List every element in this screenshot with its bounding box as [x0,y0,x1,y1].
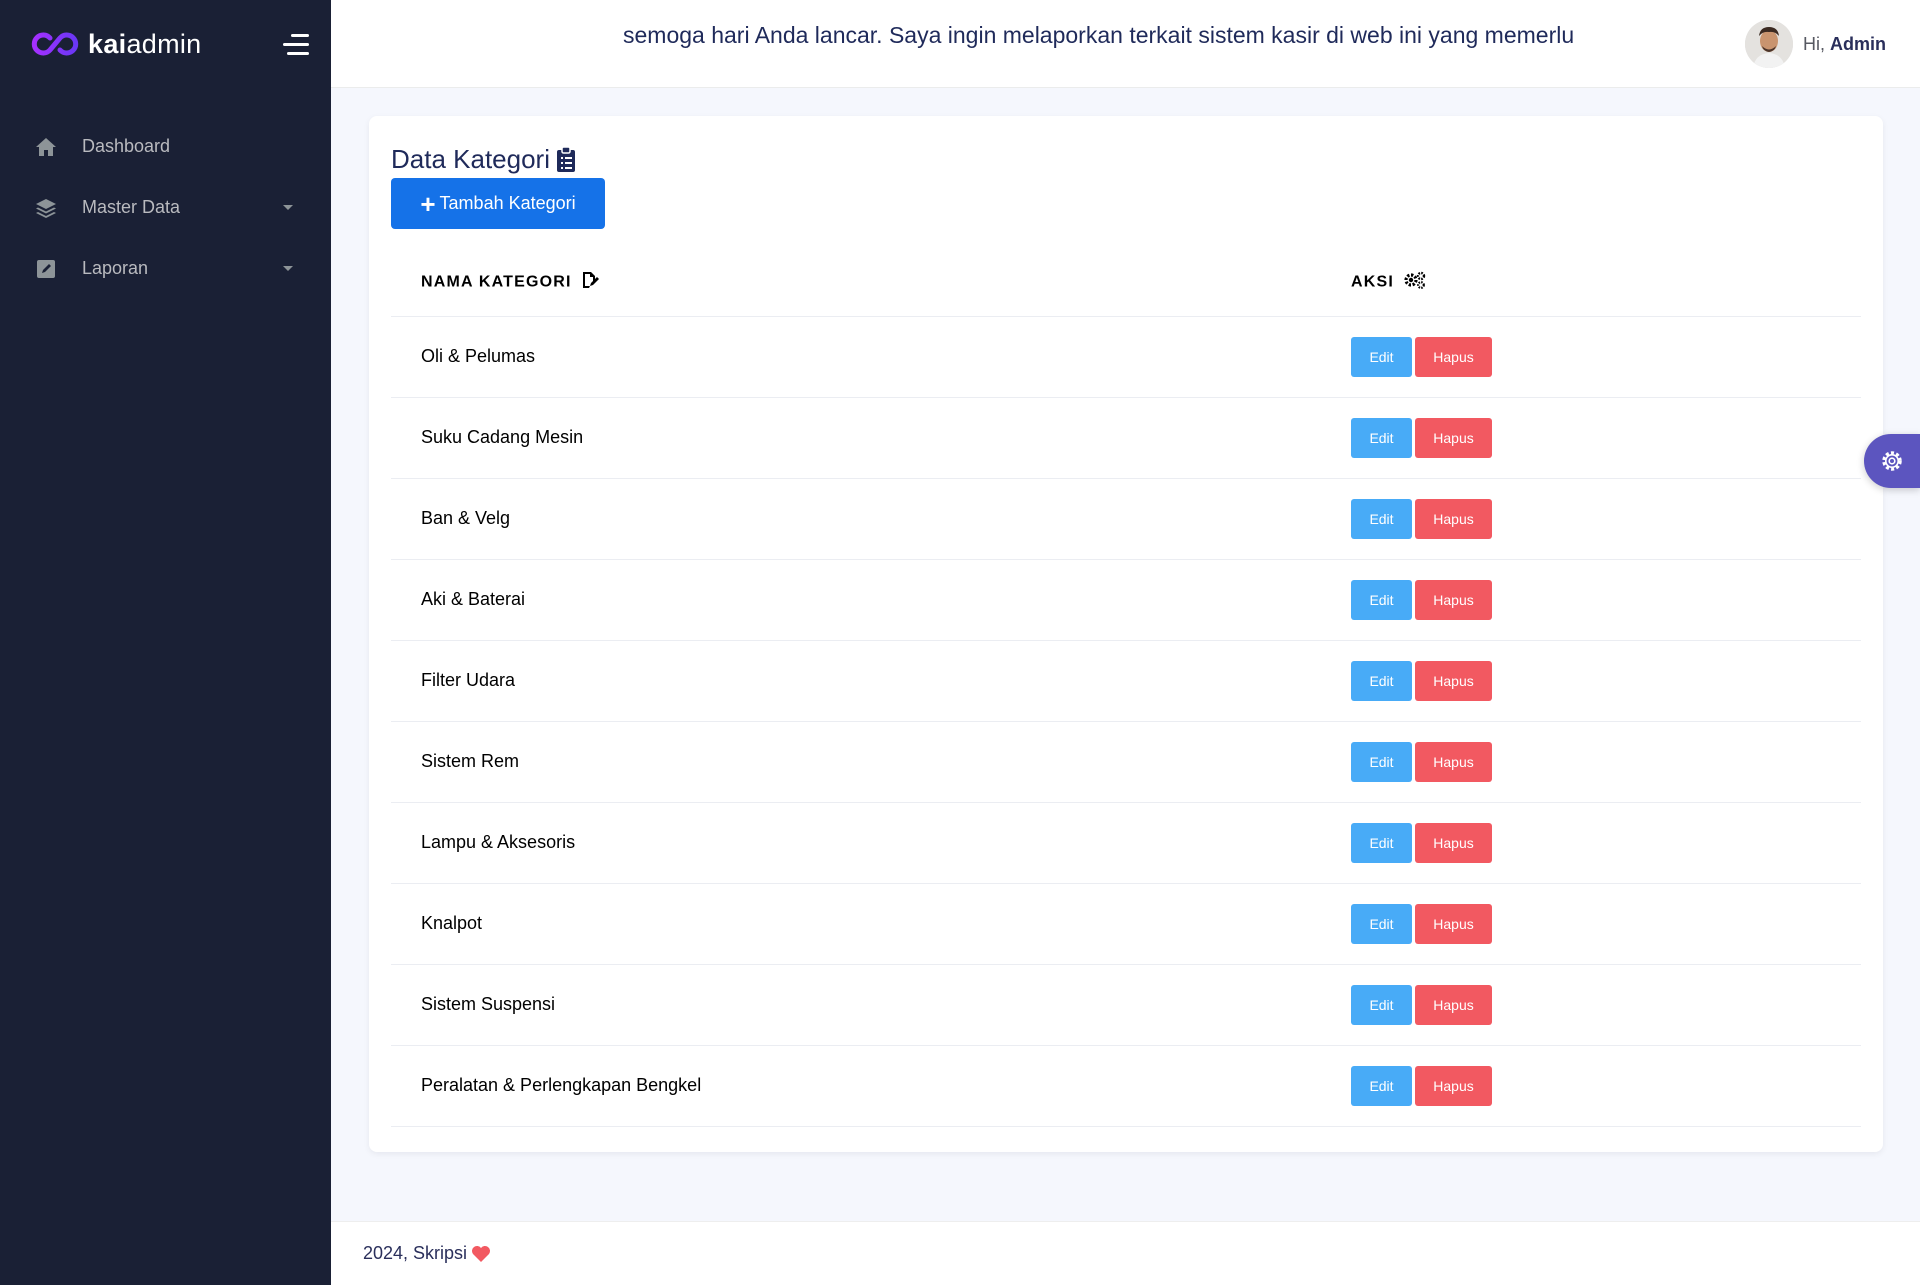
action-cell: Edit Hapus [1351,478,1861,560]
edit-square-icon [34,257,58,281]
sidebar-item-laporan[interactable]: Laporan [0,238,331,299]
table-row: Sistem Suspensi Edit Hapus [391,964,1861,1046]
category-name-cell: Aki & Baterai [391,559,1351,641]
footer: 2024, Skripsi [331,1221,1920,1285]
add-category-button[interactable]: + Tambah Kategori [391,178,605,229]
table-row: Lampu & Aksesoris Edit Hapus [391,802,1861,884]
action-cell: Edit Hapus [1351,883,1861,965]
table-row: Knalpot Edit Hapus [391,883,1861,965]
category-name-cell: Ban & Velg [391,478,1351,560]
top-navbar: semoga hari Anda lancar. Saya ingin mela… [331,0,1920,88]
action-cell: Edit Hapus [1351,397,1861,479]
edit-button[interactable]: Edit [1351,579,1412,620]
delete-button[interactable]: Hapus [1415,660,1492,701]
heart-icon [472,1245,491,1262]
edit-button[interactable]: Edit [1351,741,1412,782]
delete-button[interactable]: Hapus [1415,741,1492,782]
edit-button[interactable]: Edit [1351,498,1412,539]
clipboard-list-icon [556,146,575,172]
edit-button[interactable]: Edit [1351,336,1412,377]
category-name-cell: Lampu & Aksesoris [391,802,1351,884]
delete-button[interactable]: Hapus [1415,1065,1492,1106]
delete-button[interactable]: Hapus [1415,984,1492,1025]
chevron-down-icon [283,266,293,271]
action-cell: Edit Hapus [1351,559,1861,641]
gear-icon [1882,451,1902,471]
action-cell: Edit Hapus [1351,802,1861,884]
category-name-cell: Peralatan & Perlengkapan Bengkel [391,1045,1351,1127]
action-cell: Edit Hapus [1351,316,1861,398]
user-menu[interactable]: Hi, Admin [1744,20,1886,68]
table-header-row: NAMA KATEGORI AKSI [391,250,1861,317]
sidebar-item-label: Dashboard [82,136,171,156]
column-header-name: NAMA KATEGORI [391,250,1351,317]
home-icon [34,135,58,159]
file-signature-icon [581,271,600,294]
avatar [1744,20,1793,68]
delete-button[interactable]: Hapus [1415,498,1492,539]
layers-icon [34,196,58,220]
category-card: Data Kategori + Tambah Kategori NAMA KAT… [369,116,1883,1152]
delete-button[interactable]: Hapus [1415,822,1492,863]
action-cell: Edit Hapus [1351,721,1861,803]
edit-button[interactable]: Edit [1351,984,1412,1025]
table-row: Aki & Baterai Edit Hapus [391,559,1861,641]
delete-button[interactable]: Hapus [1415,417,1492,458]
plus-icon: + [420,188,436,219]
delete-button[interactable]: Hapus [1415,903,1492,944]
user-greeting: Hi, Admin [1802,33,1886,54]
category-name-cell: Sistem Suspensi [391,964,1351,1046]
action-cell: Edit Hapus [1351,1045,1861,1127]
delete-button[interactable]: Hapus [1415,579,1492,620]
category-name-cell: Knalpot [391,883,1351,965]
table-row: Filter Udara Edit Hapus [391,640,1861,722]
sidebar-item-label: Laporan [82,258,149,278]
action-cell: Edit Hapus [1351,964,1861,1046]
sidebar-item-dashboard[interactable]: Dashboard [0,116,331,177]
chevron-down-icon [283,205,293,210]
table-row: Oli & Pelumas Edit Hapus [391,316,1861,398]
brand-name[interactable]: kaiadmin [88,29,201,60]
category-name-cell: Suku Cadang Mesin [391,397,1351,479]
gears-icon [1404,271,1426,294]
logo-bar: kaiadmin [0,0,331,88]
edit-button[interactable]: Edit [1351,903,1412,944]
column-header-action: AKSI [1351,250,1861,317]
sidebar-toggle-button[interactable] [283,34,309,56]
sidebar-item-master-data[interactable]: Master Data [0,177,331,238]
edit-button[interactable]: Edit [1351,822,1412,863]
category-name-cell: Filter Udara [391,640,1351,722]
action-cell: Edit Hapus [1351,640,1861,722]
page-title: Data Kategori [391,144,576,175]
delete-button[interactable]: Hapus [1415,336,1492,377]
category-name-cell: Sistem Rem [391,721,1351,803]
sidebar-nav: Dashboard Master Data Laporan [0,116,331,299]
edit-button[interactable]: Edit [1351,660,1412,701]
edit-button[interactable]: Edit [1351,1065,1412,1106]
logo-icon [31,32,79,56]
category-table: NAMA KATEGORI AKSI Oli & Pelumas Edit Ha… [391,250,1861,1127]
table-row: Ban & Velg Edit Hapus [391,478,1861,560]
sidebar: kaiadmin Dashboard Master Data Laporan [0,0,331,1285]
settings-button[interactable] [1864,434,1920,488]
announcement-marquee: semoga hari Anda lancar. Saya ingin mela… [623,22,1575,48]
category-name-cell: Oli & Pelumas [391,316,1351,398]
sidebar-item-label: Master Data [82,197,181,217]
table-row: Sistem Rem Edit Hapus [391,721,1861,803]
footer-copyright: 2024, Skripsi [363,1243,491,1264]
edit-button[interactable]: Edit [1351,417,1412,458]
table-row: Peralatan & Perlengkapan Bengkel Edit Hap… [391,1045,1861,1127]
table-row: Suku Cadang Mesin Edit Hapus [391,397,1861,479]
